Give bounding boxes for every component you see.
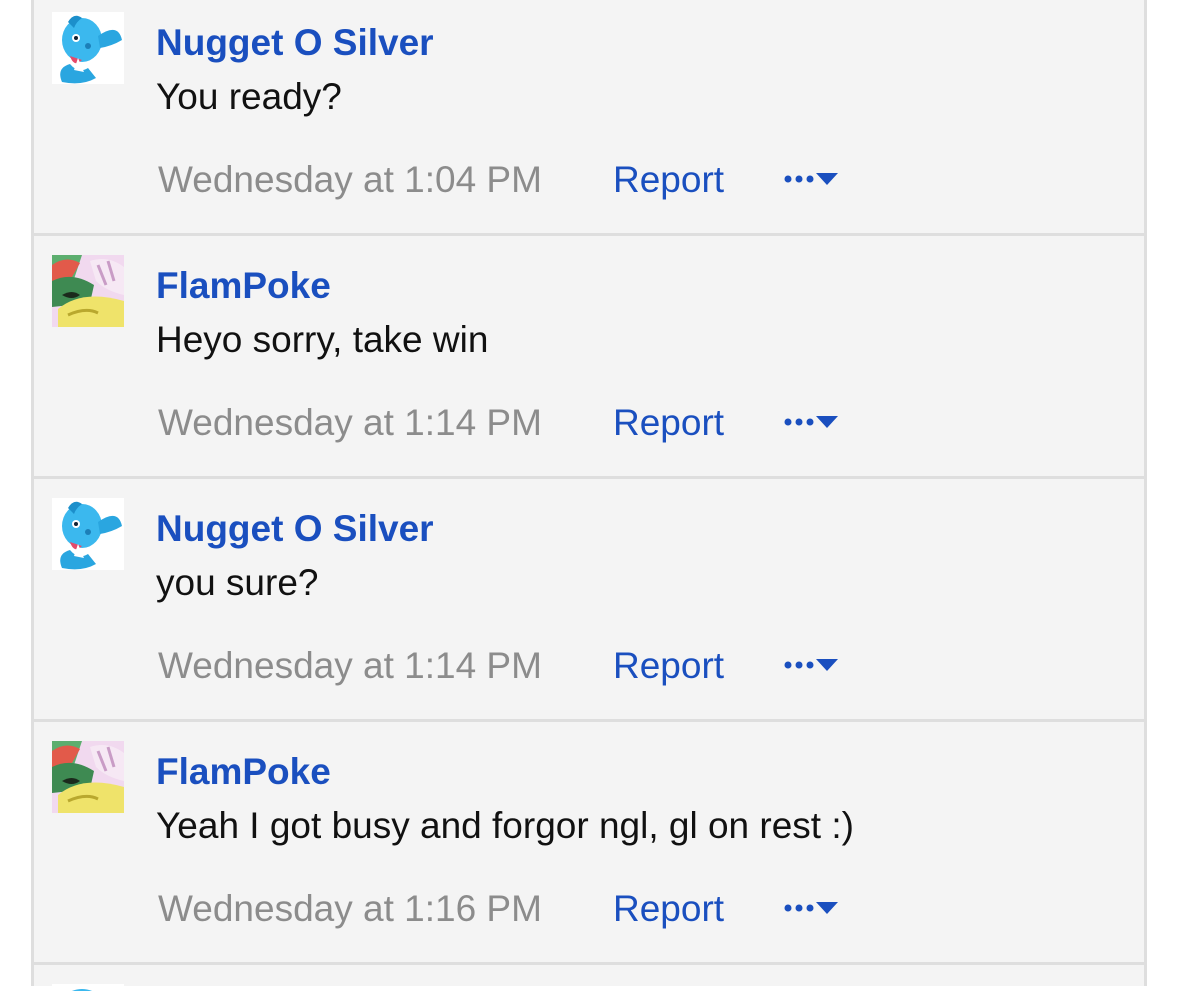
- message-meta: Wednesday at 1:14 PM Report: [158, 645, 838, 686]
- timestamp-link[interactable]: Wednesday at 1:16 PM: [158, 888, 542, 929]
- user-avatar[interactable]: [52, 498, 124, 570]
- user-avatar[interactable]: [52, 255, 124, 327]
- username-link[interactable]: Nugget O Silver: [156, 510, 434, 547]
- message-thread: Nugget O Silver You ready? Wednesday at …: [31, 0, 1147, 991]
- username-link[interactable]: FlamPoke: [156, 267, 331, 304]
- report-link[interactable]: Report: [613, 161, 724, 198]
- message-text: Yeah I got busy and forgor ngl, gl on re…: [156, 805, 854, 846]
- blue-pokemon-avatar-icon: [52, 12, 124, 84]
- message-post: Nugget O Silver You ready? Wednesday at …: [34, 0, 1144, 236]
- more-options-icon[interactable]: [782, 888, 860, 928]
- colorful-pokemon-avatar-icon: [52, 255, 124, 327]
- user-avatar[interactable]: [52, 741, 124, 813]
- message-post: FlamPoke Yeah I got busy and forgor ngl,…: [34, 722, 1144, 965]
- timestamp-link[interactable]: Wednesday at 1:04 PM: [158, 159, 542, 200]
- message-meta: Wednesday at 1:14 PM Report: [158, 402, 838, 443]
- report-link[interactable]: Report: [613, 890, 724, 927]
- message-text: Heyo sorry, take win: [156, 319, 489, 360]
- message-post: Nugget O Silver you sure? Wednesday at 1…: [34, 479, 1144, 722]
- message-text: You ready?: [156, 76, 342, 117]
- next-user-avatar[interactable]: [52, 981, 124, 991]
- timestamp-link[interactable]: Wednesday at 1:14 PM: [158, 402, 542, 443]
- more-options-icon[interactable]: [782, 402, 860, 442]
- report-link[interactable]: Report: [613, 647, 724, 684]
- message-meta: Wednesday at 1:04 PM Report: [158, 159, 838, 200]
- blue-pokemon-avatar-icon: [52, 498, 124, 570]
- more-options-icon[interactable]: [782, 159, 860, 199]
- username-link[interactable]: FlamPoke: [156, 753, 331, 790]
- more-options-icon[interactable]: [782, 645, 860, 685]
- user-avatar[interactable]: [52, 12, 124, 84]
- username-link[interactable]: Nugget O Silver: [156, 24, 434, 61]
- message-text: you sure?: [156, 562, 319, 603]
- message-post: FlamPoke Heyo sorry, take win Wednesday …: [34, 236, 1144, 479]
- report-link[interactable]: Report: [613, 404, 724, 441]
- message-meta: Wednesday at 1:16 PM Report: [158, 888, 838, 929]
- colorful-pokemon-avatar-icon: [52, 741, 124, 813]
- blue-pokemon-avatar-icon: [52, 984, 124, 991]
- timestamp-link[interactable]: Wednesday at 1:14 PM: [158, 645, 542, 686]
